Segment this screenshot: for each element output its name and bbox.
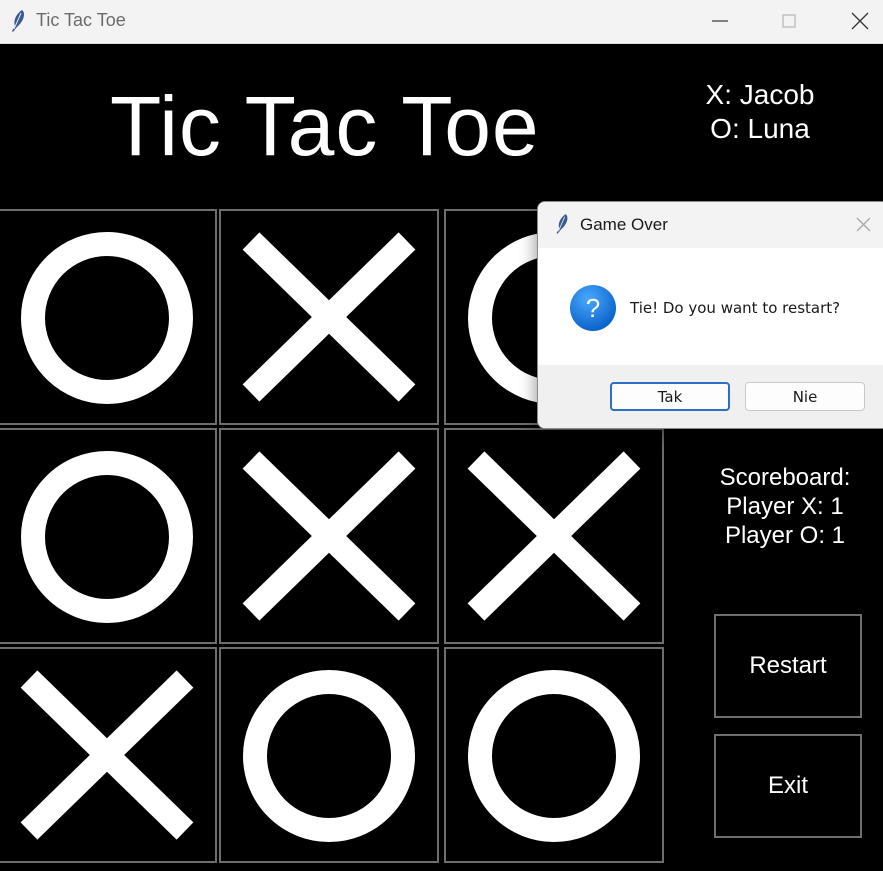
game-over-dialog: Game Over ? Tie! Do you want to restart?…	[537, 201, 883, 429]
board-cell-r3-c2[interactable]	[219, 647, 439, 863]
window-title: Tic Tac Toe	[36, 10, 126, 30]
game-title: Tic Tac Toe	[110, 79, 540, 173]
board-cell-r3-c3[interactable]	[444, 647, 664, 863]
o-mark	[243, 670, 415, 842]
board-cell-r2-c3[interactable]	[444, 428, 664, 644]
board-cell-r3-c1[interactable]	[0, 647, 217, 863]
restart-button[interactable]: Restart	[714, 614, 862, 718]
svg-text:?: ?	[586, 293, 600, 323]
x-mark	[242, 232, 416, 402]
dialog-title: Game Over	[580, 215, 668, 234]
question-icon: ?	[570, 285, 616, 331]
close-window-button[interactable]	[837, 0, 883, 43]
dialog-close-button[interactable]	[848, 212, 878, 238]
minimize-icon	[712, 20, 728, 22]
x-mark	[242, 451, 416, 621]
dialog-body: ? Tie! Do you want to restart?	[538, 248, 883, 365]
board-cell-r1-c2[interactable]	[219, 209, 439, 425]
maximize-icon	[782, 14, 796, 28]
x-mark	[467, 451, 641, 621]
o-mark	[21, 451, 193, 623]
players-info: X: Jacob O: Luna	[690, 78, 830, 146]
board-cell-r1-c1[interactable]	[0, 209, 217, 425]
score-player-x: Player X: 1	[726, 493, 844, 520]
player-o-name: O: Luna	[710, 113, 810, 144]
no-button[interactable]: Nie	[745, 382, 865, 411]
feather-icon	[556, 214, 568, 234]
close-icon	[851, 12, 869, 30]
minimize-button[interactable]	[697, 0, 743, 43]
window-titlebar: Tic Tac Toe	[0, 0, 883, 44]
scoreboard-heading: Scoreboard:	[719, 464, 851, 491]
board-cell-r2-c1[interactable]	[0, 428, 217, 644]
dialog-footer: Tak Nie	[538, 365, 883, 428]
o-mark	[468, 670, 640, 842]
scoreboard: Scoreboard: Player X: 1 Player O: 1	[700, 463, 870, 550]
close-icon	[856, 217, 871, 232]
board-cell-r2-c2[interactable]	[219, 428, 439, 644]
feather-icon	[12, 10, 25, 32]
x-mark	[20, 670, 194, 840]
exit-button[interactable]: Exit	[714, 734, 862, 838]
yes-button[interactable]: Tak	[610, 382, 730, 411]
dialog-titlebar: Game Over	[538, 202, 883, 248]
o-mark	[21, 232, 193, 404]
dialog-message: Tie! Do you want to restart?	[630, 299, 841, 317]
player-x-name: X: Jacob	[705, 79, 815, 110]
maximize-button[interactable]	[766, 0, 812, 43]
score-player-o: Player O: 1	[724, 522, 846, 549]
